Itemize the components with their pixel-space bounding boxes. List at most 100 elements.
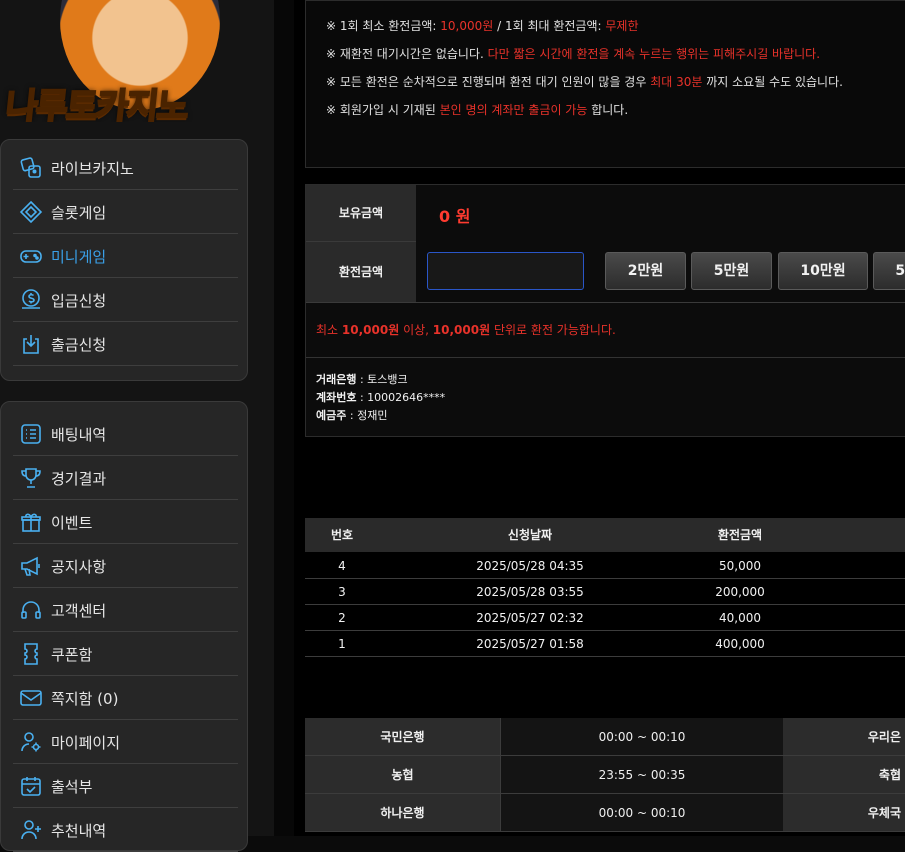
sidebar-item-label: 출금신청 xyxy=(51,336,107,354)
amount-label: 환전금액 xyxy=(306,242,416,302)
list-icon xyxy=(19,422,43,446)
sidebar-item-results[interactable]: 경기결과 xyxy=(13,456,238,500)
main-menu: 라이브카지노 슬롯게임 미니게임 입금신청 출금신청 xyxy=(0,139,248,381)
casino-chip-icon xyxy=(19,156,43,180)
mail-icon xyxy=(19,686,43,710)
user-gear-icon xyxy=(19,730,43,754)
gutter xyxy=(274,0,294,836)
bank-name: 국민은행 xyxy=(305,718,500,756)
sidebar-item-label: 라이브카지노 xyxy=(51,160,134,178)
cell-amount: 200,000 xyxy=(715,585,765,599)
sub-menu: 배팅내역 경기결과 이벤트 공지사항 고객센터 쿠폰함 쪽지함 (0) 마이페이… xyxy=(0,401,248,852)
sidebar-item-attendance[interactable]: 출석부 xyxy=(13,764,238,808)
column-header: 환전금액 xyxy=(717,528,763,542)
sidebar-item-label: 쪽지함 (0) xyxy=(51,690,119,708)
sidebar-item-label: 공지사항 xyxy=(51,558,107,576)
notice-box: ※ 1회 최소 환전금액: 10,000원 / 1회 최대 환전금액: 무제한 … xyxy=(305,0,905,168)
sidebar: 나루토카지노 라이브카지노 슬롯게임 미니게임 입금신청 출금신청 배팅내역 경… xyxy=(0,0,274,852)
sidebar-item-label: 경기결과 xyxy=(51,470,107,488)
sidebar-item-coupon[interactable]: 쿠폰함 xyxy=(13,632,238,676)
column-header: 신청날짜 xyxy=(507,528,553,542)
sidebar-item-messages[interactable]: 쪽지함 (0) xyxy=(13,676,238,720)
notice-line: ※ 회원가입 시 기재된 본인 명의 계좌만 출금이 가능 합니다. xyxy=(326,103,629,117)
quick-amount-button[interactable]: 10만원 xyxy=(778,252,868,290)
sidebar-item-support[interactable]: 고객센터 xyxy=(13,588,238,632)
headset-icon xyxy=(19,598,43,622)
bank-name: 하나은행 xyxy=(305,794,500,832)
table-row: 농협 23:55 ~ 00:35 축협 xyxy=(305,756,905,794)
table-row: 국민은행 00:00 ~ 00:10 우리은 xyxy=(305,718,905,756)
bank-info: 거래은행 : 토스뱅크 xyxy=(316,373,408,386)
site-logo[interactable]: 나루토카지노 xyxy=(0,0,250,122)
table-row: 하나은행 00:00 ~ 00:10 우체국 xyxy=(305,794,905,832)
sidebar-item-label: 마이페이지 xyxy=(51,734,121,752)
sidebar-item-label: 고객센터 xyxy=(51,602,107,620)
cell-no: 2 xyxy=(338,611,346,625)
cell-no: 4 xyxy=(338,559,346,573)
sidebar-item-bet-history[interactable]: 배팅내역 xyxy=(13,412,238,456)
sidebar-item-label: 슬롯게임 xyxy=(51,204,107,222)
bank-name: 농협 xyxy=(305,756,500,794)
quick-amount-button[interactable]: 2만원 xyxy=(605,252,686,290)
cell-date: 2025/05/28 03:55 xyxy=(476,585,584,599)
cell-amount: 50,000 xyxy=(719,559,761,573)
sidebar-item-label: 추천내역 xyxy=(51,822,107,840)
table-row: 1 2025/05/27 01:58 400,000 xyxy=(305,631,905,657)
sidebar-item-withdraw[interactable]: 출금신청 xyxy=(13,322,238,366)
sidebar-item-slot-game[interactable]: 슬롯게임 xyxy=(13,190,238,234)
table-row: 3 2025/05/28 03:55 200,000 xyxy=(305,579,905,605)
amount-hint: 최소 10,000원 이상, 10,000원 단위로 환전 가능합니다. xyxy=(316,323,616,337)
sidebar-item-mypage[interactable]: 마이페이지 xyxy=(13,720,238,764)
bank-name: 우리은 xyxy=(783,718,905,756)
megaphone-icon xyxy=(19,554,43,578)
download-icon xyxy=(19,332,43,356)
cell-date: 2025/05/28 04:35 xyxy=(476,559,584,573)
sidebar-item-notice[interactable]: 공지사항 xyxy=(13,544,238,588)
withdraw-page: ※ 1회 최소 환전금액: 10,000원 / 1회 최대 환전금액: 무제한 … xyxy=(294,0,905,836)
notice-line: ※ 재환전 대기시간은 없습니다. 다만 짧은 시간에 환전을 계속 누르는 행… xyxy=(326,47,821,61)
table-header: 번호 신청날짜 환전금액 xyxy=(305,518,905,552)
balance-value: 0 원 xyxy=(439,207,471,226)
gamepad-icon xyxy=(19,244,43,268)
table-row: 4 2025/05/28 04:35 50,000 xyxy=(305,553,905,579)
quick-amount-button[interactable]: 5만원 xyxy=(691,252,772,290)
quick-amount-button[interactable]: 50만원 xyxy=(873,252,905,290)
amount-input[interactable] xyxy=(427,252,584,290)
logo-text: 나루토카지노 xyxy=(3,86,190,122)
divider xyxy=(306,302,905,303)
maintenance-time: 00:00 ~ 00:10 xyxy=(500,718,783,756)
coupon-icon xyxy=(19,642,43,666)
table-row: 2 2025/05/27 02:32 40,000 xyxy=(305,605,905,631)
notice-line: ※ 모든 환전은 순차적으로 진행되며 환전 대기 인원이 많을 경우 최대 3… xyxy=(326,75,843,89)
sidebar-item-label: 미니게임 xyxy=(51,248,107,266)
cell-amount: 400,000 xyxy=(715,637,765,651)
bank-name: 축협 xyxy=(783,756,905,794)
divider xyxy=(306,357,905,358)
sidebar-item-event[interactable]: 이벤트 xyxy=(13,500,238,544)
cell-amount: 40,000 xyxy=(719,611,761,625)
cell-no: 1 xyxy=(338,637,346,651)
sidebar-item-label: 배팅내역 xyxy=(51,426,107,444)
sidebar-item-label: 쿠폰함 xyxy=(51,646,93,664)
account-number-info: 계좌번호 : 10002646**** xyxy=(316,391,446,404)
column-header: 번호 xyxy=(330,528,354,542)
sidebar-item-label: 이벤트 xyxy=(51,514,93,532)
withdraw-form: 보유금액 0 원 환전금액 2만원 5만원 10만원 50만원 최소 10,00… xyxy=(305,184,905,437)
sidebar-item-mini-game[interactable]: 미니게임 xyxy=(13,234,238,278)
dollar-coin-icon xyxy=(19,288,43,312)
diamond-icon xyxy=(19,200,43,224)
user-plus-icon xyxy=(19,818,43,842)
sidebar-item-live-casino[interactable]: 라이브카지노 xyxy=(13,146,238,190)
gift-icon xyxy=(19,510,43,534)
maintenance-time: 00:00 ~ 00:10 xyxy=(500,794,783,832)
notice-line: ※ 1회 최소 환전금액: 10,000원 / 1회 최대 환전금액: 무제한 xyxy=(326,19,639,33)
sidebar-item-label: 출석부 xyxy=(51,778,93,796)
calendar-check-icon xyxy=(19,774,43,798)
cell-date: 2025/05/27 01:58 xyxy=(476,637,584,651)
sidebar-item-referral[interactable]: 추천내역 xyxy=(13,808,238,852)
trophy-icon xyxy=(19,466,43,490)
balance-label: 보유금액 xyxy=(306,185,416,242)
sidebar-item-deposit[interactable]: 입금신청 xyxy=(13,278,238,322)
sidebar-item-label: 입금신청 xyxy=(51,292,107,310)
bank-name: 우체국 xyxy=(783,794,905,832)
